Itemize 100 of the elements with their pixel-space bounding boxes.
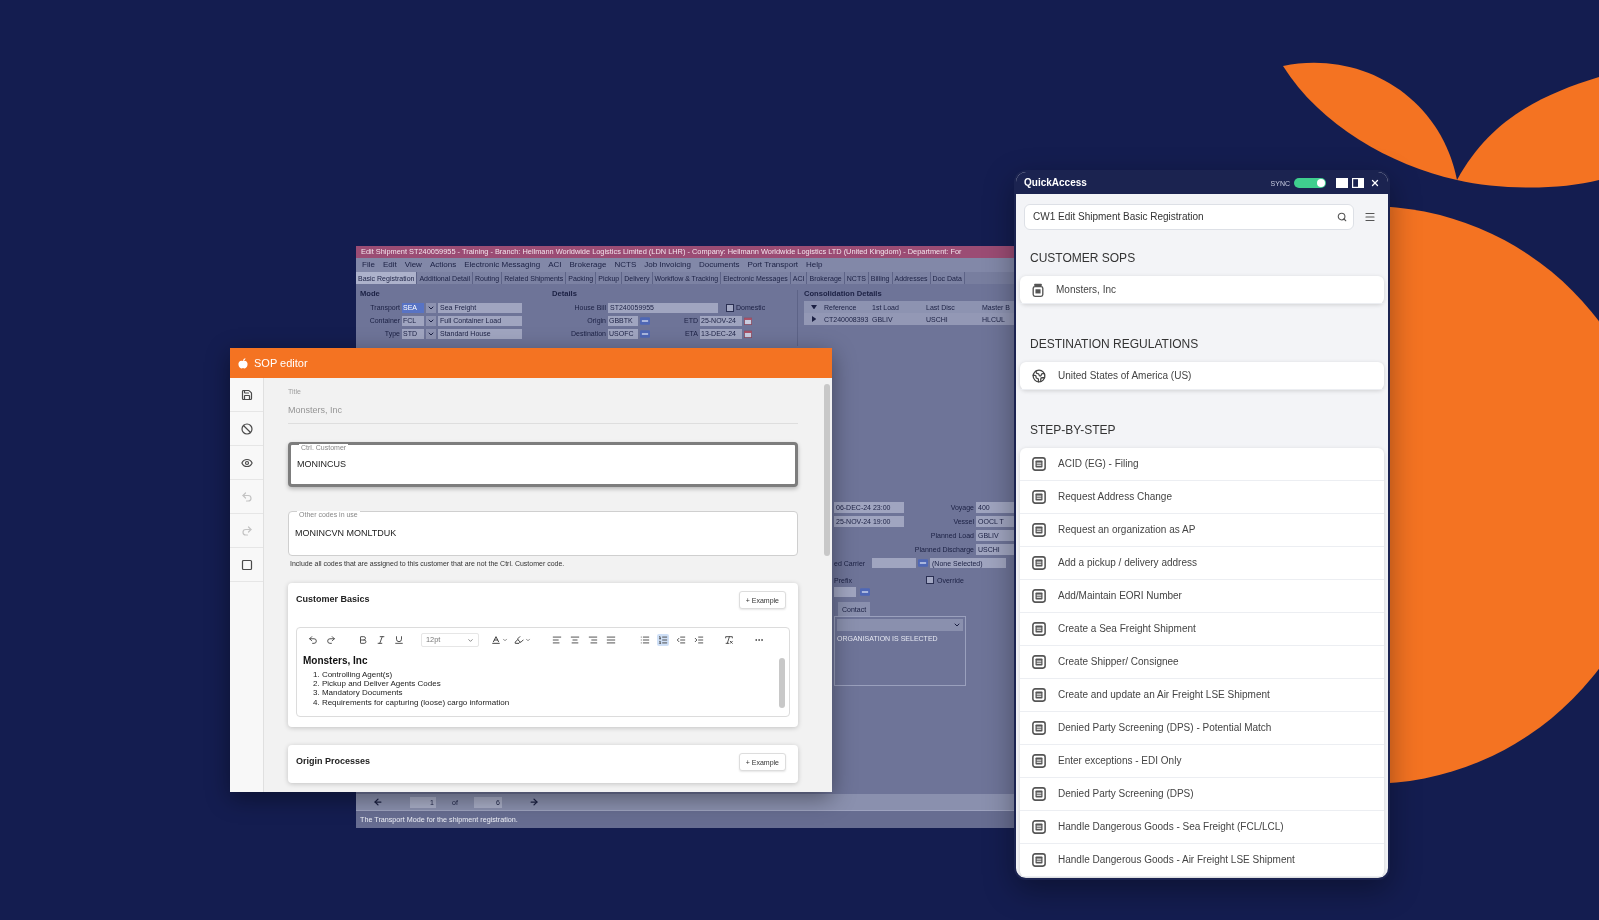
- calendar-icon[interactable]: [744, 329, 752, 338]
- list-item[interactable]: Add/Maintain EORI Number: [1020, 580, 1384, 613]
- list-item[interactable]: Handle Dangerous Goods - Air Freight LSE Shipment: [1020, 844, 1384, 877]
- close-icon[interactable]: [1370, 178, 1380, 188]
- list-box-icon: [1032, 523, 1046, 537]
- ban-icon[interactable]: [240, 422, 253, 435]
- menu-item[interactable]: Port Transport: [747, 261, 799, 269]
- sync-toggle[interactable]: [1294, 178, 1326, 188]
- align-left-icon[interactable]: [551, 634, 563, 646]
- section-heading: STEP-BY-STEP: [1030, 424, 1117, 436]
- search-field[interactable]: CW1 Edit Shipment Basic Registration: [1024, 204, 1354, 230]
- highlighter-icon: [514, 635, 524, 645]
- list-item[interactable]: ACID (EG) - Filing: [1020, 448, 1384, 481]
- list-box-icon: [1032, 853, 1046, 867]
- list-item[interactable]: Create Shipper/ Consignee: [1020, 646, 1384, 679]
- list-box-icon: [1032, 490, 1046, 504]
- list-item: 1. Controlling Agent(s): [313, 670, 394, 680]
- list-box-icon: [1032, 556, 1046, 570]
- clear-format-icon[interactable]: [723, 634, 735, 646]
- list-item[interactable]: Handle Dangerous Goods - Sea Freight (FCL/LCL): [1020, 811, 1384, 844]
- list-item[interactable]: Add a pickup / delivery address: [1020, 547, 1384, 580]
- menu-item[interactable]: ACI: [548, 261, 562, 269]
- align-right-icon[interactable]: [587, 634, 599, 646]
- numbered-list-icon[interactable]: [657, 634, 669, 646]
- list-item[interactable]: Denied Party Screening (DPS): [1020, 778, 1384, 811]
- list-item[interactable]: Request Address Change: [1020, 481, 1384, 514]
- list-box-icon: [1032, 787, 1046, 801]
- list-box-icon: [1032, 622, 1046, 636]
- row-pointer-icon: [811, 316, 817, 322]
- lookup-icon[interactable]: [640, 316, 650, 325]
- bold-icon[interactable]: [357, 634, 369, 646]
- eye-icon[interactable]: [240, 456, 253, 469]
- chevron-down-icon: [467, 636, 474, 644]
- scrollbar[interactable]: [779, 658, 785, 708]
- input-field[interactable]: [834, 587, 856, 597]
- menu-item[interactable]: Brokerage: [569, 261, 607, 269]
- calendar-icon[interactable]: [744, 316, 752, 325]
- jar-icon: [1032, 282, 1044, 297]
- underline-icon[interactable]: [393, 634, 405, 646]
- lookup-icon[interactable]: [640, 329, 650, 338]
- list-box-icon: [1032, 589, 1046, 603]
- dropdown-button[interactable]: [426, 302, 436, 313]
- square-icon[interactable]: [240, 558, 253, 571]
- menu-item[interactable]: Job Invoicing: [644, 261, 691, 269]
- window-title: SOP editor: [254, 357, 308, 369]
- section-heading: DESTINATION REGULATIONS: [1030, 338, 1200, 350]
- checkbox[interactable]: [926, 576, 934, 584]
- list-item[interactable]: Monsters, Inc: [1020, 276, 1384, 304]
- menu-item[interactable]: Edit: [382, 261, 397, 269]
- dropdown-button[interactable]: [426, 315, 436, 326]
- list-item[interactable]: United States of America (US): [1020, 362, 1384, 390]
- bullet-list-icon[interactable]: [639, 634, 651, 646]
- align-justify-icon[interactable]: [605, 634, 617, 646]
- save-icon[interactable]: [240, 388, 253, 401]
- title-value: Monsters, Inc: [288, 406, 344, 415]
- indent-icon[interactable]: [693, 634, 705, 646]
- dropdown-field[interactable]: [837, 619, 963, 631]
- list-item[interactable]: Enter exceptions - EDI Only: [1020, 745, 1384, 778]
- list-box-icon: [1032, 754, 1046, 768]
- chevron-down-icon: [502, 637, 508, 643]
- search-icon[interactable]: [1337, 212, 1347, 222]
- section-title: Origin Processes: [296, 757, 371, 766]
- list-box-icon: [1032, 457, 1046, 471]
- menu-item[interactable]: Help: [806, 261, 823, 269]
- menu-item[interactable]: File: [362, 261, 375, 269]
- section-title: Customer Basics: [296, 595, 370, 604]
- list-box-icon: [1032, 820, 1046, 834]
- field-value: MONINCVN MONLTDUK: [295, 529, 397, 538]
- list-item[interactable]: Denied Party Screening (DPS) - Potential Match: [1020, 712, 1384, 745]
- highlight-button[interactable]: [514, 633, 531, 647]
- menu-icon[interactable]: [1364, 211, 1376, 223]
- undo-icon[interactable]: [307, 634, 319, 646]
- menu-item[interactable]: Documents: [698, 261, 740, 269]
- list-item[interactable]: Create a Sea Freight Shipment: [1020, 613, 1384, 646]
- list-item: 4. Requirements for capturing (loose) cargo information: [313, 697, 511, 707]
- menu-item[interactable]: Actions: [429, 261, 457, 269]
- outdent-icon[interactable]: [675, 634, 687, 646]
- lookup-icon[interactable]: [918, 559, 928, 567]
- redo-icon[interactable]: [325, 634, 337, 646]
- menu-item[interactable]: Electronic Messaging: [464, 261, 541, 269]
- input-field[interactable]: [872, 558, 916, 568]
- list-item: 3. Mandatory Documents: [313, 688, 404, 698]
- font-color-icon: [491, 635, 501, 645]
- lookup-icon[interactable]: [860, 588, 870, 596]
- chevron-down-icon: [525, 637, 531, 643]
- align-center-icon[interactable]: [569, 634, 581, 646]
- italic-icon[interactable]: [375, 634, 387, 646]
- split-view-icon[interactable]: [1352, 178, 1364, 188]
- field-value: MONINCUS: [297, 460, 346, 469]
- sort-arrow-icon[interactable]: [811, 304, 817, 310]
- checkbox[interactable]: [726, 303, 734, 312]
- list-item[interactable]: Request an organization as AP: [1020, 514, 1384, 547]
- font-color-button[interactable]: [491, 633, 508, 647]
- menu-item[interactable]: NCTS: [614, 261, 637, 269]
- list-box-icon: [1032, 655, 1046, 669]
- scrollbar[interactable]: [824, 384, 830, 556]
- list-item[interactable]: Create and update an Air Freight LSE Shipment: [1020, 679, 1384, 712]
- menu-item[interactable]: View: [404, 261, 422, 269]
- globe-icon: [1032, 368, 1046, 383]
- dropdown-button[interactable]: [426, 328, 436, 339]
